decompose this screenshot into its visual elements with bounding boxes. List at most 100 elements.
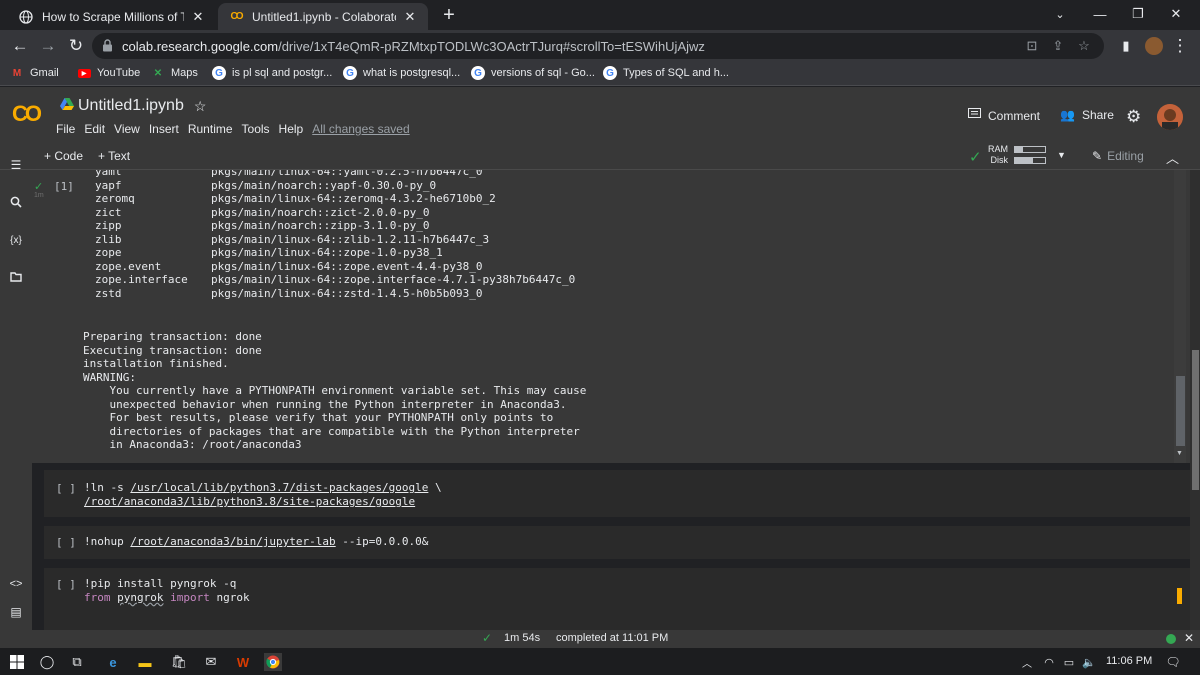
notifications-icon[interactable]: 🗨 — [1164, 653, 1182, 671]
menu-tools[interactable]: Tools — [242, 122, 270, 136]
store-icon[interactable]: 🛍 — [170, 653, 188, 671]
bookmark-youtube[interactable]: ▶ YouTube — [77, 66, 140, 80]
close-tab-icon[interactable]: ✕ — [190, 9, 206, 25]
battery-icon[interactable]: ▭ — [1060, 653, 1078, 671]
menu-help[interactable]: Help — [279, 122, 304, 136]
status-dot-icon[interactable] — [1166, 634, 1176, 644]
chrome-icon[interactable] — [264, 653, 282, 671]
avatar[interactable] — [1157, 104, 1183, 130]
menu-edit[interactable]: Edit — [84, 122, 105, 136]
notebook-title[interactable]: Untitled1.ipynb — [78, 97, 184, 115]
add-text-button[interactable]: + Text — [98, 149, 130, 163]
windows-taskbar: ◯ ⧉ e ▬ 🛍 ✉ W ︿ ◠ ▭ 🔈 11:06 PM 🗨 — [0, 648, 1200, 675]
page-scrollbar-thumb[interactable] — [1192, 350, 1199, 490]
run-cell-button[interactable]: [ ] — [56, 482, 76, 495]
disk-label: Disk — [990, 155, 1009, 165]
browser-tab-colab[interactable]: CO Untitled1.ipynb - Colaboratory ✕ — [218, 3, 428, 30]
code-text: \ — [428, 481, 442, 494]
minimize-icon[interactable]: — — [1080, 2, 1120, 26]
collapse-header-icon[interactable]: ︿ — [1166, 148, 1179, 167]
code-cell-focused[interactable]: [ ] !pip install pyngrok -q from pyngrok… — [44, 568, 1190, 630]
colab-header: CO Untitled1.ipynb ☆ File Edit View Inse… — [0, 87, 1200, 143]
menu-file[interactable]: File — [56, 122, 75, 136]
search-icon[interactable] — [8, 194, 24, 210]
variables-icon[interactable]: {x} — [8, 232, 24, 248]
file-explorer-icon[interactable]: ▬ — [136, 653, 154, 671]
package-name: zict — [95, 205, 122, 219]
output-scrollbar-thumb[interactable] — [1176, 376, 1185, 446]
share-button[interactable]: 👥 Share — [1060, 108, 1114, 122]
wifi-icon[interactable]: ◠ — [1040, 653, 1058, 671]
share-page-icon[interactable]: ⇪ — [1050, 38, 1066, 54]
notebook-title-area: Untitled1.ipynb ☆ — [60, 97, 206, 115]
comment-label: Comment — [988, 108, 1041, 123]
run-cell-button[interactable]: [ ] — [56, 536, 76, 549]
address-bar[interactable]: colab.research.google.com/drive/1xT4eQmR… — [92, 33, 1104, 59]
code-cell[interactable]: [ ] !nohup /root/anaconda3/bin/jupyter-l… — [44, 526, 1190, 559]
menu-view[interactable]: View — [114, 122, 140, 136]
package-path: pkgs/main/linux-64::zope.event-4.4-py38_… — [211, 259, 483, 273]
runtime-dropdown-icon[interactable]: ▼ — [1057, 150, 1066, 160]
search-circle-icon[interactable]: ◯ — [38, 653, 56, 671]
package-path: pkgs/main/linux-64::zstd-1.4.5-h0b5b093_… — [211, 286, 483, 300]
files-folder-icon[interactable] — [8, 268, 24, 284]
table-of-contents-icon[interactable]: ☰ — [8, 157, 24, 173]
more-menu-icon[interactable]: ⋮ — [1168, 34, 1192, 58]
winrar-icon[interactable]: W — [234, 653, 252, 671]
browser-tab-scrape-tweets[interactable]: How to Scrape Millions of Tweets ✕ — [8, 3, 216, 30]
gear-icon[interactable]: ⚙ — [1126, 107, 1141, 127]
bookmark-versions-sql[interactable]: G versions of sql - Go... — [471, 66, 595, 80]
browser-toolbar: ← → ↻ colab.research.google.com/drive/1x… — [0, 30, 1200, 62]
bookmark-gmail[interactable]: M Gmail — [10, 66, 59, 80]
maps-icon: ✕ — [153, 67, 163, 79]
install-app-icon[interactable]: ⊡ — [1024, 38, 1040, 54]
save-status[interactable]: All changes saved — [312, 122, 409, 136]
status-bar: ✓ 1m 54s completed at 11:01 PM ✕ — [0, 630, 1200, 648]
mail-icon[interactable]: ✉ — [202, 653, 220, 671]
run-cell-button[interactable]: [ ] — [56, 578, 76, 591]
bookmark-star-icon[interactable]: ☆ — [1076, 38, 1092, 54]
google-icon: G — [471, 66, 485, 80]
windows-start-icon[interactable] — [8, 653, 26, 671]
add-code-button[interactable]: + Code — [44, 149, 83, 163]
back-icon[interactable]: ← — [8, 34, 32, 58]
close-window-icon[interactable]: ✕ — [1156, 2, 1196, 26]
reload-icon[interactable]: ↻ — [64, 34, 88, 58]
comment-button[interactable]: Comment — [968, 108, 1040, 123]
bookmark-maps[interactable]: ✕ Maps — [151, 66, 198, 80]
tab-search-icon[interactable]: ⌄ — [1040, 2, 1080, 26]
google-icon: G — [343, 66, 357, 80]
url-host: colab.research.google.com — [122, 39, 279, 54]
comment-icon — [968, 108, 981, 123]
package-path: pkgs/main/linux-64::zope-1.0-py38_1 — [211, 246, 443, 259]
bookmark-pl-sql[interactable]: G is pl sql and postgr... — [212, 66, 332, 80]
resource-labels[interactable]: RAM Disk — [988, 144, 1008, 166]
code-cell[interactable]: [ ] !ln -s /usr/local/lib/python3.7/dist… — [44, 470, 1190, 517]
close-icon[interactable]: ✕ — [1184, 631, 1194, 645]
restore-icon[interactable]: ❐ — [1118, 2, 1158, 26]
task-view-icon[interactable]: ⧉ — [68, 653, 86, 671]
colab-logo[interactable]: CO — [12, 101, 42, 127]
close-tab-icon[interactable]: ✕ — [402, 9, 418, 25]
star-icon[interactable]: ☆ — [194, 98, 207, 115]
editing-mode-button[interactable]: ✎ Editing — [1092, 149, 1144, 163]
bookmark-postgresql[interactable]: G what is postgresql... — [343, 66, 460, 80]
lock-icon — [102, 39, 113, 52]
edge-icon[interactable]: e — [104, 653, 122, 671]
side-panel-icon[interactable]: ▮ — [1114, 34, 1138, 58]
forward-icon[interactable]: → — [36, 34, 60, 58]
command-palette-icon[interactable]: ▤ — [8, 604, 24, 620]
scroll-down-arrow-icon[interactable]: ▼ — [1176, 450, 1183, 457]
tray-expand-icon[interactable]: ︿ — [1018, 653, 1036, 671]
bookmark-label: Gmail — [30, 67, 59, 79]
menu-insert[interactable]: Insert — [149, 122, 179, 136]
code-snippets-icon[interactable]: <> — [8, 576, 24, 592]
new-tab-button[interactable]: + — [437, 4, 461, 27]
bookmark-types-sql[interactable]: G Types of SQL and h... — [603, 66, 729, 80]
ram-fill — [1015, 147, 1023, 152]
taskbar-clock[interactable]: 11:06 PM — [1106, 655, 1152, 667]
profile-avatar[interactable] — [1142, 34, 1166, 58]
menu-runtime[interactable]: Runtime — [188, 122, 233, 136]
package-path: pkgs/main/noarch::yapf-0.30.0-py_0 — [211, 178, 437, 192]
volume-icon[interactable]: 🔈 — [1080, 653, 1098, 671]
